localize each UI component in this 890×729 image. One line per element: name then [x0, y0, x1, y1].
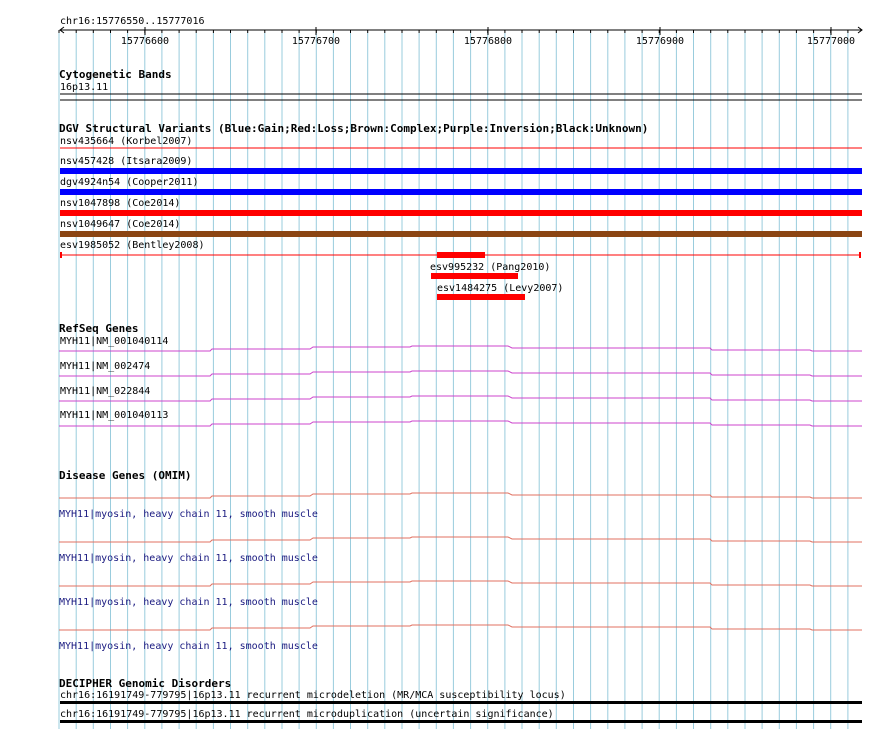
variant-bar-6-start-tick [60, 252, 62, 258]
variant-label-1[interactable]: nsv435664 (Korbel2007) [60, 136, 192, 147]
omim-gene-label-2[interactable]: MYH11|myosin, heavy chain 11, smooth mus… [59, 553, 318, 564]
variant-bar-7[interactable] [431, 273, 518, 279]
omim-gene-label-4[interactable]: MYH11|myosin, heavy chain 11, smooth mus… [59, 641, 318, 652]
tick-label-2: 15776700 [292, 36, 340, 47]
decipher-title: DECIPHER Genomic Disorders [59, 677, 231, 690]
variant-label-8[interactable]: esv1484275 (Levy2007) [437, 283, 563, 294]
tick-label-4: 15776900 [636, 36, 684, 47]
tick-label-3: 15776800 [464, 36, 512, 47]
variant-label-2[interactable]: nsv457428 (Itsara2009) [60, 156, 192, 167]
decipher-track: DECIPHER Genomic Disorders chr16:1619174… [59, 677, 862, 723]
variant-label-4[interactable]: nsv1047898 (Coe2014) [60, 198, 180, 209]
refseq-gene-label-3[interactable]: MYH11|NM_022844 [60, 386, 150, 397]
region-label: chr16:15776550..15777016 [60, 16, 205, 27]
cytoband-title: Cytogenetic Bands [59, 68, 172, 81]
refseq-gene-label-4[interactable]: MYH11|NM_001040113 [60, 410, 168, 421]
variant-bar-2[interactable] [60, 168, 862, 174]
refseq-gene-label-1[interactable]: MYH11|NM_001040114 [60, 336, 168, 347]
decipher-entry-bar-1[interactable] [60, 701, 862, 704]
refseq-title: RefSeq Genes [59, 322, 138, 335]
decipher-entry-label-2[interactable]: chr16:16191749-779795|16p13.11 recurrent… [60, 709, 554, 720]
variant-bar-6b[interactable] [437, 252, 485, 258]
dgv-title: DGV Structural Variants (Blue:Gain;Red:L… [59, 122, 648, 135]
decipher-entry-bar-2[interactable] [60, 720, 862, 723]
variant-label-3[interactable]: dgv4924n54 (Cooper2011) [60, 177, 198, 188]
omim-gene-label-3[interactable]: MYH11|myosin, heavy chain 11, smooth mus… [59, 597, 318, 608]
refseq-gene-label-2[interactable]: MYH11|NM_002474 [60, 361, 150, 372]
tick-label-5: 15777000 [807, 36, 855, 47]
variant-bar-6-end-tick [859, 252, 861, 258]
variant-bar-3[interactable] [60, 189, 862, 195]
decipher-entry-label-1[interactable]: chr16:16191749-779795|16p13.11 recurrent… [60, 690, 566, 701]
variant-bar-4[interactable] [60, 210, 862, 216]
variant-label-6[interactable]: esv1985052 (Bentley2008) [60, 240, 205, 251]
genome-browser-view: chr16:15776550..15777016 15776600 157767… [58, 16, 863, 729]
cytoband-label: 16p13.11 [60, 82, 108, 93]
variant-bar-8[interactable] [437, 294, 525, 300]
omim-title: Disease Genes (OMIM) [59, 469, 191, 482]
tick-label-1: 15776600 [121, 36, 169, 47]
variant-bar-5[interactable] [60, 231, 862, 237]
variant-label-7[interactable]: esv995232 (Pang2010) [430, 262, 550, 273]
omim-gene-label-1[interactable]: MYH11|myosin, heavy chain 11, smooth mus… [59, 509, 318, 520]
variant-label-5[interactable]: nsv1049647 (Coe2014) [60, 219, 180, 230]
